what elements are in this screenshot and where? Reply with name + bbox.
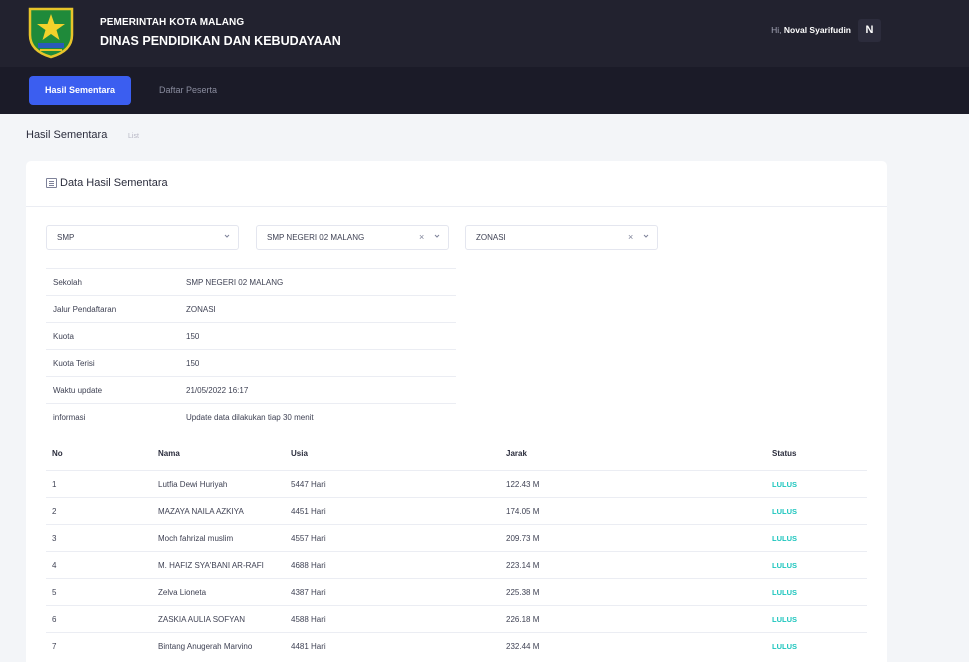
table-row: 2 MAZAYA NAILA AZKIYA 4451 Hari 174.05 M… xyxy=(46,497,867,524)
status-badge: LULUS xyxy=(772,615,797,624)
cell-usia: 4557 Hari xyxy=(291,534,326,543)
clear-icon[interactable]: × xyxy=(628,232,633,243)
greeting-prefix: Hi, xyxy=(771,25,782,35)
status-badge: LULUS xyxy=(772,480,797,489)
page-subtitle: List xyxy=(128,133,139,140)
department-name: DINAS PENDIDIKAN DAN KEBUDAYAAN xyxy=(100,34,341,48)
cell-usia: 5447 Hari xyxy=(291,480,326,489)
cell-no: 2 xyxy=(52,507,57,516)
table-row: 7 Bintang Anugerah Marvino 4481 Hari 232… xyxy=(46,632,867,659)
user-name: Noval Syarifudin xyxy=(783,25,851,35)
info-value: 150 xyxy=(186,332,200,341)
cell-usia: 4387 Hari xyxy=(291,588,326,597)
results-table: No Nama Usia Jarak Status 1 Lutfia Dewi … xyxy=(46,443,867,659)
column-header-jarak[interactable]: Jarak xyxy=(506,449,527,458)
top-header: PEMERINTAH KOTA MALANG DINAS PENDIDIKAN … xyxy=(0,0,969,67)
school-info-table: Sekolah SMP NEGERI 02 MALANG Jalur Penda… xyxy=(46,268,456,430)
cell-nama: MAZAYA NAILA AZKIYA xyxy=(158,507,244,516)
chevron-down-icon xyxy=(434,234,440,238)
user-greeting[interactable]: Hi, Noval Syarifudin xyxy=(771,25,851,35)
avatar[interactable]: N xyxy=(858,19,881,42)
cell-no: 4 xyxy=(52,561,57,570)
route-select[interactable]: ZONASI × xyxy=(465,225,658,250)
cell-nama: Moch fahrizal muslim xyxy=(158,534,234,543)
table-row: 6 ZASKIA AULIA SOFYAN 4588 Hari 226.18 M… xyxy=(46,605,867,632)
cell-jarak: 122.43 M xyxy=(506,480,540,489)
info-value: 21/05/2022 16:17 xyxy=(186,386,249,395)
info-value: ZONASI xyxy=(186,305,216,314)
cell-no: 7 xyxy=(52,642,57,651)
info-value: 150 xyxy=(186,359,200,368)
info-value: Update data dilakukan tiap 30 menit xyxy=(186,413,314,422)
info-key: informasi xyxy=(53,413,86,422)
card-header: Data Hasil Sementara xyxy=(26,161,887,207)
cell-jarak: 226.18 M xyxy=(506,615,540,624)
info-row: Sekolah SMP NEGERI 02 MALANG xyxy=(46,268,456,295)
clear-icon[interactable]: × xyxy=(419,232,424,243)
info-key: Sekolah xyxy=(53,278,82,287)
cell-usia: 4481 Hari xyxy=(291,642,326,651)
level-select-value: SMP xyxy=(57,233,75,242)
chevron-down-icon xyxy=(224,234,230,238)
table-row: 4 M. HAFIZ SYA'BANI AR-RAFI 4688 Hari 22… xyxy=(46,551,867,578)
status-badge: LULUS xyxy=(772,642,797,651)
cell-no: 5 xyxy=(52,588,57,597)
chevron-down-icon xyxy=(643,234,649,238)
info-key: Jalur Pendaftaran xyxy=(53,305,117,314)
cell-usia: 4451 Hari xyxy=(291,507,326,516)
table-row: 3 Moch fahrizal muslim 4557 Hari 209.73 … xyxy=(46,524,867,551)
info-row: Jalur Pendaftaran ZONASI xyxy=(46,295,456,322)
info-key: Kuota Terisi xyxy=(53,359,95,368)
cell-jarak: 225.38 M xyxy=(506,588,540,597)
status-badge: LULUS xyxy=(772,507,797,516)
info-key: Kuota xyxy=(53,332,74,341)
table-row: 1 Lutfia Dewi Huriyah 5447 Hari 122.43 M… xyxy=(46,470,867,497)
org-name: PEMERINTAH KOTA MALANG xyxy=(100,17,245,28)
main-nav: Hasil Sementara Daftar Peserta xyxy=(0,67,969,114)
cell-jarak: 174.05 M xyxy=(506,507,540,516)
column-header-nama[interactable]: Nama xyxy=(158,449,180,458)
info-row: Kuota 150 xyxy=(46,322,456,349)
cell-jarak: 209.73 M xyxy=(506,534,540,543)
info-row: Waktu update 21/05/2022 16:17 xyxy=(46,376,456,403)
cell-nama: Bintang Anugerah Marvino xyxy=(158,642,253,651)
table-header-row: No Nama Usia Jarak Status xyxy=(46,443,867,470)
page-title: Hasil Sementara xyxy=(26,129,108,141)
card-title: Data Hasil Sementara xyxy=(60,177,168,189)
school-select-value: SMP NEGERI 02 MALANG xyxy=(267,233,365,242)
cell-no: 6 xyxy=(52,615,57,624)
status-badge: LULUS xyxy=(772,588,797,597)
status-badge: LULUS xyxy=(772,561,797,570)
route-select-value: ZONASI xyxy=(476,233,506,242)
level-select[interactable]: SMP xyxy=(46,225,239,250)
tab-hasil-sementara[interactable]: Hasil Sementara xyxy=(29,76,131,105)
school-select[interactable]: SMP NEGERI 02 MALANG × xyxy=(256,225,449,250)
cell-usia: 4688 Hari xyxy=(291,561,326,570)
cell-usia: 4588 Hari xyxy=(291,615,326,624)
cell-no: 1 xyxy=(52,480,57,489)
column-header-status[interactable]: Status xyxy=(772,449,796,458)
cell-no: 3 xyxy=(52,534,57,543)
info-value: SMP NEGERI 02 MALANG xyxy=(186,278,284,287)
column-header-usia[interactable]: Usia xyxy=(291,449,308,458)
cell-jarak: 232.44 M xyxy=(506,642,540,651)
info-key: Waktu update xyxy=(53,386,103,395)
cell-nama: M. HAFIZ SYA'BANI AR-RAFI xyxy=(158,561,264,570)
column-header-no[interactable]: No xyxy=(52,449,63,458)
results-card: Data Hasil Sementara SMP SMP NEGERI 02 M… xyxy=(26,161,887,662)
city-emblem-logo xyxy=(28,7,74,59)
status-badge: LULUS xyxy=(772,534,797,543)
cell-nama: ZASKIA AULIA SOFYAN xyxy=(158,615,245,624)
table-row: 5 Zelva Lioneta 4387 Hari 225.38 M LULUS xyxy=(46,578,867,605)
tab-daftar-peserta[interactable]: Daftar Peserta xyxy=(143,76,233,105)
cell-jarak: 223.14 M xyxy=(506,561,540,570)
cell-nama: Zelva Lioneta xyxy=(158,588,207,597)
info-row: informasi Update data dilakukan tiap 30 … xyxy=(46,403,456,430)
info-row: Kuota Terisi 150 xyxy=(46,349,456,376)
cell-nama: Lutfia Dewi Huriyah xyxy=(158,480,228,489)
list-icon xyxy=(46,178,57,188)
